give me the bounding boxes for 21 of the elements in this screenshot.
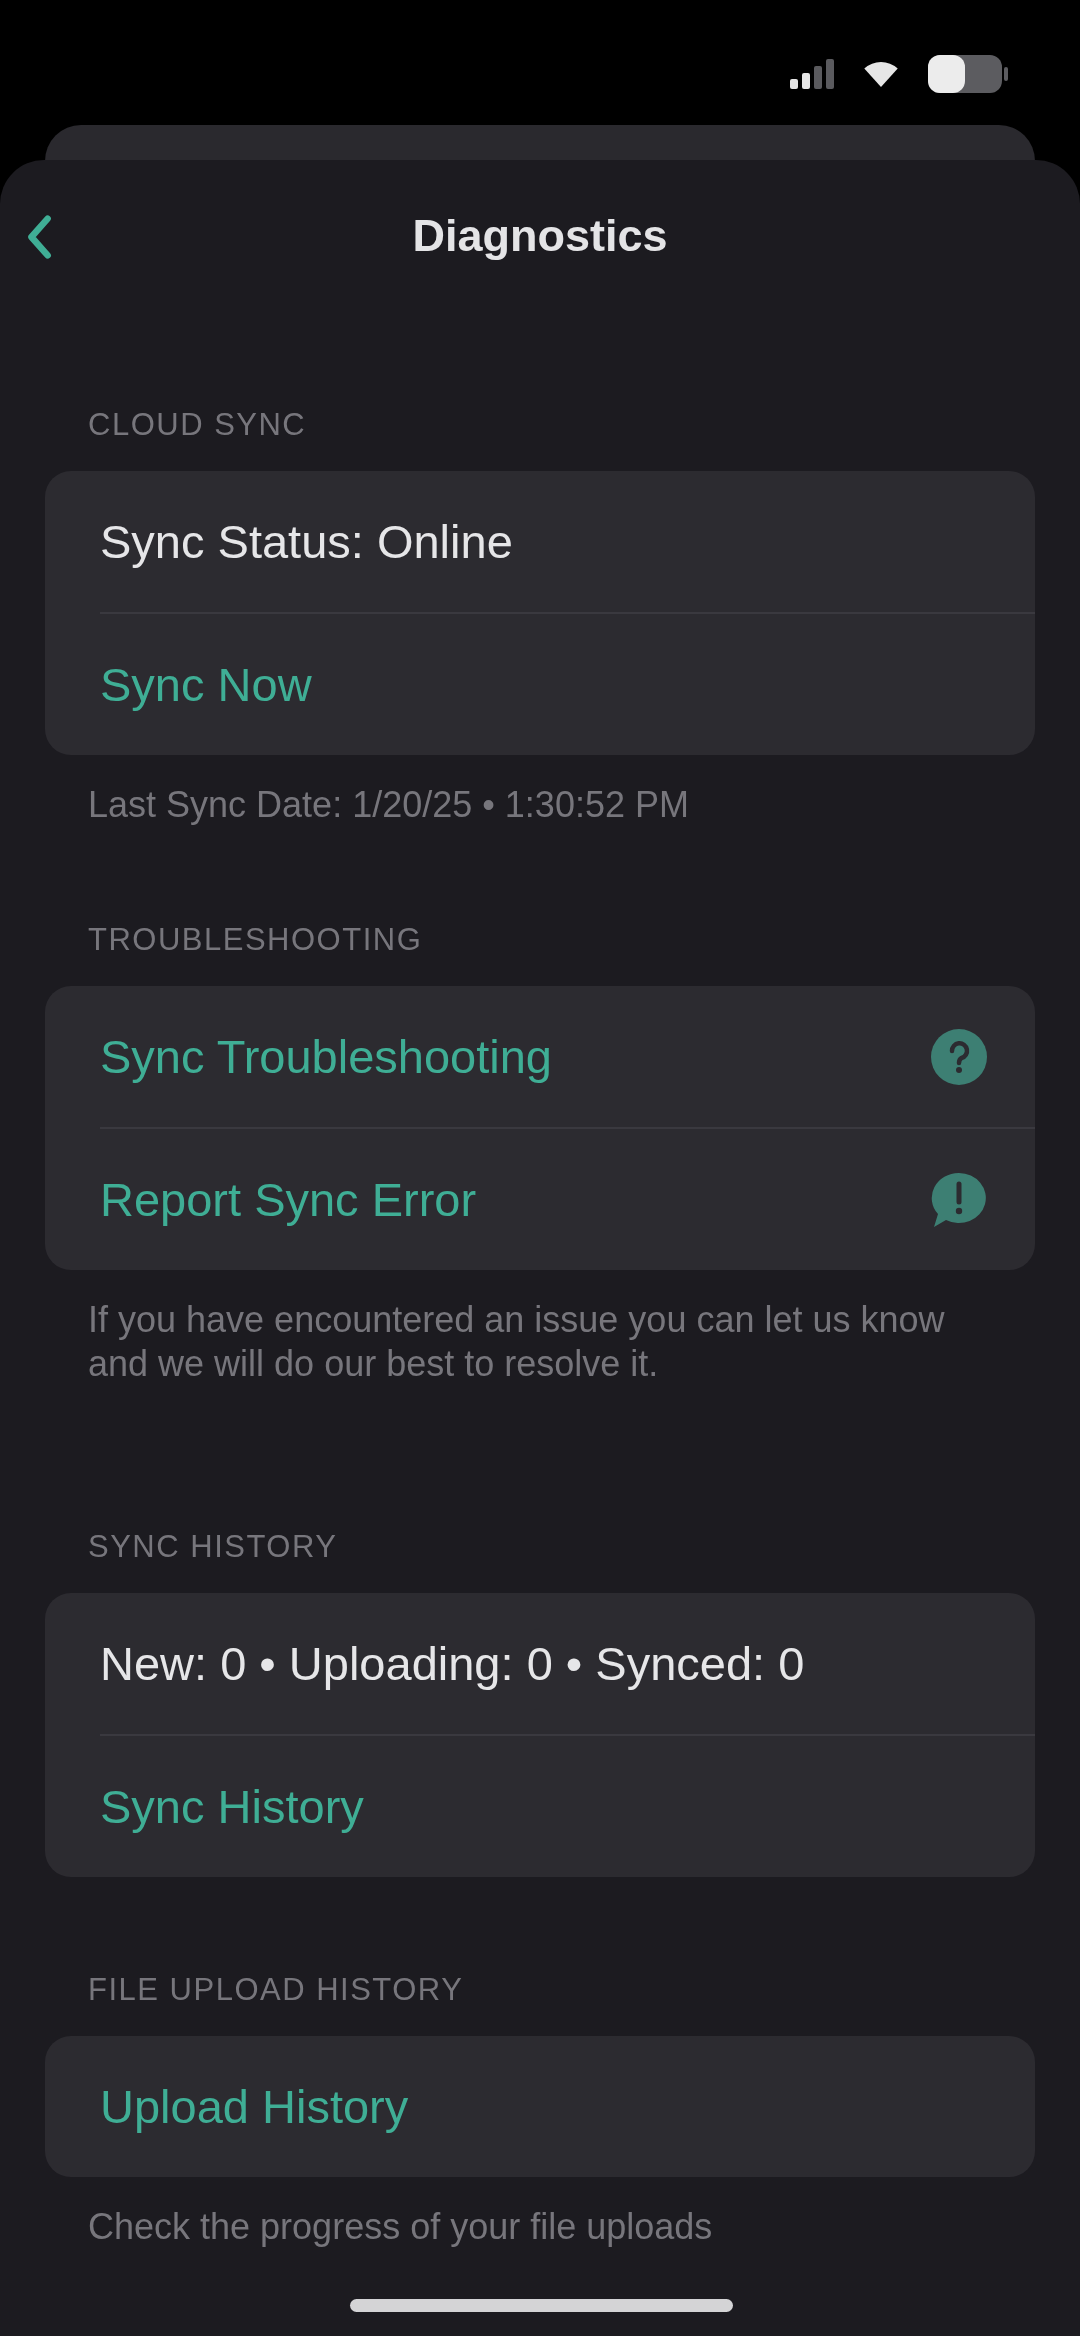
menu-link[interactable]: Sync Troubleshooting [45,986,1035,1127]
section-footnote: Last Sync Date: 1/20/25 • 1:30:52 PM [87,783,690,827]
chevron-left-icon [26,214,52,260]
section-heading: SYNC HISTORY [87,1528,339,1566]
section-heading: FILE UPLOAD HISTORY [87,1971,465,2009]
signal-icon [790,59,834,89]
menu-link[interactable]: Report Sync Error [45,1129,1035,1270]
screen-title: Diagnostics [412,210,668,262]
menu-link[interactable]: Upload History [45,2036,1035,2177]
wifi-icon [864,61,898,87]
section-footnote: Check the progress of your file uploads [87,2205,714,2249]
section-footnote: If you have encountered an issue you can let us know and we will do our best to resolve it. [87,1298,946,1386]
exclamation-bubble-icon [931,1171,987,1228]
battery-icon [928,55,1008,93]
status-text: Sync Status: Online [99,514,514,570]
section-heading: CLOUD SYNC [87,406,308,444]
status-text: New: 0 • Uploading: 0 • Synced: 0 [99,1636,806,1692]
section-heading: TROUBLESHOOTING [87,921,424,959]
menu-link[interactable]: Sync Now [45,614,1035,755]
question-circle-icon [931,1028,987,1085]
menu-link[interactable]: Sync History [45,1736,1035,1877]
